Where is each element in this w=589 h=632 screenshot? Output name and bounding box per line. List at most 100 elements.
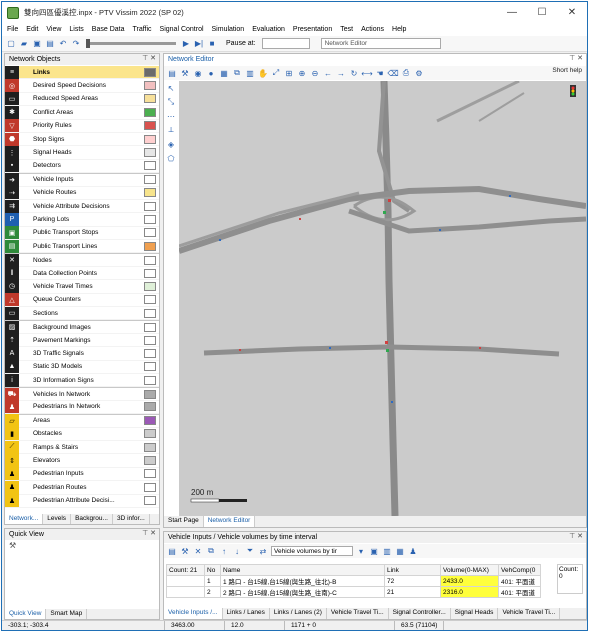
menu-signal-control[interactable]: Signal Control <box>160 26 204 33</box>
measure-icon[interactable]: ⟷ <box>361 68 372 78</box>
network-object-item[interactable]: ▨ Background Images <box>5 320 159 334</box>
eraser-icon[interactable]: ⌫ <box>387 68 398 78</box>
style-swatch[interactable] <box>144 148 156 158</box>
tab-backgrounds[interactable]: Backgrou... <box>71 514 113 524</box>
editor-type-select[interactable]: Network Editor <box>320 38 441 49</box>
network-object-item[interactable]: ▭ Reduced Speed Areas <box>5 92 159 107</box>
network-object-item[interactable]: ♟ Pedestrian Attribute Decisi... <box>5 494 159 508</box>
new-file-icon[interactable]: ▢ <box>6 39 16 49</box>
wrench-icon[interactable]: ⚒ <box>180 546 190 556</box>
panel-pin-close-icon[interactable]: ⊤ ✕ <box>142 54 156 62</box>
sync-icon[interactable]: ⇄ <box>258 546 268 556</box>
column-header-link[interactable]: Link <box>384 564 441 576</box>
back-icon[interactable]: ← <box>323 68 333 78</box>
grid-icon[interactable]: ▦ <box>219 68 229 78</box>
menu-traffic[interactable]: Traffic <box>132 26 151 33</box>
network-object-item[interactable]: ➜ Vehicle Inputs <box>5 173 159 187</box>
panel-pin-close-icon[interactable]: ⊤ ✕ <box>142 529 156 537</box>
style-swatch[interactable] <box>144 201 156 211</box>
sort-asc-icon[interactable]: ↑ <box>219 546 229 556</box>
row-volume[interactable]: 2316.0 <box>440 586 499 598</box>
row-vehcomp[interactable]: 401: 平面道 <box>498 586 541 598</box>
style-swatch[interactable] <box>144 402 156 412</box>
network-object-item[interactable]: ⬣ Stop Signs <box>5 132 159 147</box>
table-row[interactable]: 2 2 路口 - 台15線,台15線(與生路_往南)-C 21 2316.0 4… <box>166 586 541 598</box>
style-swatch[interactable] <box>144 442 156 452</box>
network-object-item[interactable]: ◷ Vehicle Travel Times <box>5 279 159 294</box>
maximize-button[interactable]: ☐ <box>527 2 557 23</box>
column-header-count[interactable]: Count: 21 <box>166 564 205 576</box>
add-icon[interactable]: ▦ <box>395 546 405 556</box>
globe-icon[interactable]: ◉ <box>193 68 203 78</box>
network-object-item[interactable]: ⇡ Pavement Markings <box>5 333 159 348</box>
style-swatch[interactable] <box>144 121 156 131</box>
network-object-item[interactable]: △ Queue Counters <box>5 293 159 308</box>
rotate-icon[interactable]: ↻ <box>349 68 359 78</box>
panel-pin-close-icon[interactable]: ⊤ ✕ <box>569 54 583 62</box>
copy-icon[interactable]: ⧉ <box>206 546 216 556</box>
network-object-item[interactable]: ✕ Nodes <box>5 253 159 267</box>
dropdown-arrow-icon[interactable]: ▾ <box>356 546 366 556</box>
style-swatch[interactable] <box>144 161 156 171</box>
tab-network-editor[interactable]: Network Editor <box>203 516 256 527</box>
tab-vehicle-inputs[interactable]: Vehicle Inputs /... <box>164 608 223 619</box>
tab-3d-info[interactable]: 3D infor... <box>113 514 150 524</box>
network-object-item[interactable]: ▭ Sections <box>5 306 159 321</box>
menu-base-data[interactable]: Base Data <box>92 26 125 33</box>
row-link[interactable]: 21 <box>384 586 441 598</box>
marker-icon[interactable]: ● <box>206 68 216 78</box>
panel-pin-close-icon[interactable]: ⊤ ✕ <box>569 532 583 540</box>
person-icon[interactable]: ♟ <box>408 546 418 556</box>
tab-vehicle-travel-times-2[interactable]: Vehicle Travel Ti... <box>498 608 561 619</box>
style-swatch[interactable] <box>144 416 156 426</box>
wrench-icon[interactable]: ⚒ <box>5 541 159 553</box>
zoom-out-icon[interactable]: ⊖ <box>310 68 320 78</box>
network-canvas[interactable]: 200 m <box>179 81 586 516</box>
network-object-item[interactable]: ≡ Links <box>5 65 159 80</box>
table-row[interactable]: 1 1 路口 - 台15線,台15線(與生路_往北)-B 72 2433.0 4… <box>166 575 541 587</box>
filter-icon[interactable]: ⏷ <box>245 546 255 556</box>
tab-smart-map[interactable]: Smart Map <box>46 609 88 619</box>
edit-points-icon[interactable]: ⋯ <box>166 111 176 121</box>
menu-lists[interactable]: Lists <box>69 26 83 33</box>
style-swatch[interactable] <box>144 295 156 305</box>
zoom-extent-icon[interactable]: ⤢ <box>271 68 281 78</box>
network-object-item[interactable]: ⇉ Vehicle Attribute Decisions <box>5 199 159 214</box>
close-button[interactable]: ✕ <box>557 2 587 23</box>
menu-presentation[interactable]: Presentation <box>293 26 332 33</box>
style-swatch[interactable] <box>144 362 156 372</box>
polygon-edit-icon[interactable]: ⬠ <box>166 153 176 163</box>
print-icon[interactable]: ▤ <box>45 39 55 49</box>
menu-test[interactable]: Test <box>340 26 353 33</box>
pan-hand-icon[interactable]: ✋ <box>258 68 268 78</box>
save-icon[interactable]: ▣ <box>32 39 42 49</box>
style-swatch[interactable] <box>144 469 156 479</box>
network-object-item[interactable]: ♟ Pedestrian Routes <box>5 480 159 495</box>
style-swatch[interactable] <box>144 255 156 265</box>
network-object-item[interactable]: i 3D Information Signs <box>5 373 159 388</box>
style-swatch[interactable] <box>144 241 156 251</box>
split-icon[interactable]: ⟂ <box>166 125 176 135</box>
save-icon[interactable]: ▣ <box>369 546 379 556</box>
style-swatch[interactable] <box>144 375 156 385</box>
menu-evaluation[interactable]: Evaluation <box>252 26 285 33</box>
style-swatch[interactable] <box>144 188 156 198</box>
row-name[interactable]: 2 路口 - 台15線,台15線(與生路_往南)-C <box>220 586 385 598</box>
sort-desc-icon[interactable]: ↓ <box>232 546 242 556</box>
row-vehcomp[interactable]: 401: 平面道 <box>498 575 541 587</box>
open-file-icon[interactable]: ▰ <box>19 39 29 49</box>
tab-links-lanes[interactable]: Links / Lanes <box>223 608 270 619</box>
style-swatch[interactable] <box>144 81 156 91</box>
column-header-vehcomp[interactable]: VehComp(0 <box>498 564 541 576</box>
row-link[interactable]: 72 <box>384 575 441 587</box>
redo-icon[interactable]: ↷ <box>71 39 81 49</box>
style-swatch[interactable] <box>144 107 156 117</box>
menu-actions[interactable]: Actions <box>361 26 384 33</box>
layout-select-icon[interactable]: ▤ <box>167 68 177 78</box>
database-icon[interactable]: ▥ <box>382 546 392 556</box>
style-swatch[interactable] <box>144 308 156 318</box>
paste-icon[interactable]: ▥ <box>245 68 255 78</box>
style-swatch[interactable] <box>144 134 156 144</box>
network-object-item[interactable]: ▽ Priority Rules <box>5 119 159 133</box>
short-help-button[interactable]: Short help <box>552 67 582 74</box>
